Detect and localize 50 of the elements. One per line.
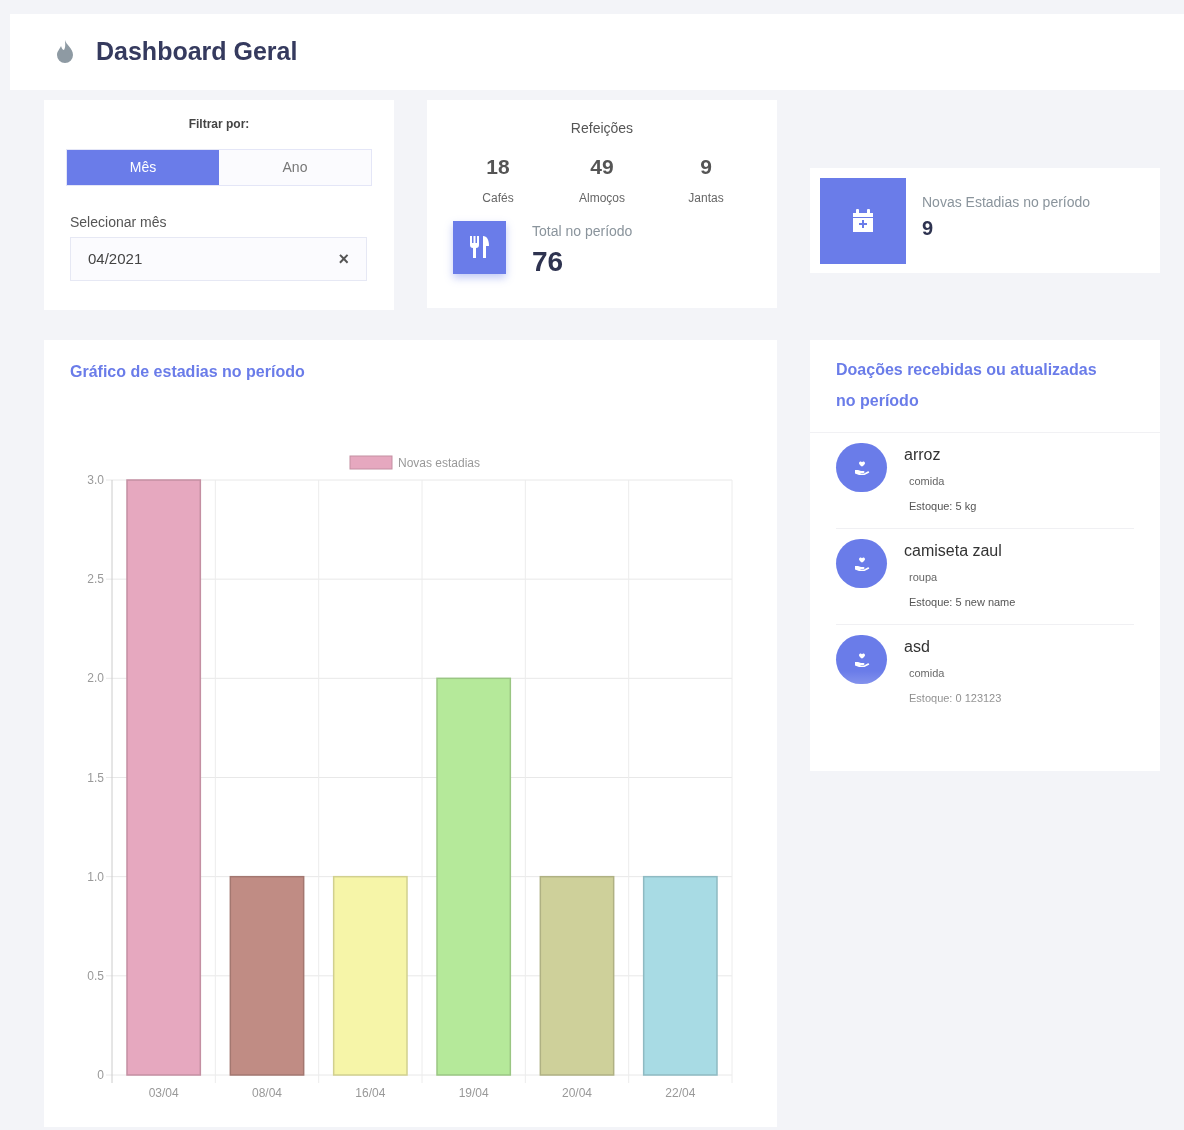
donation-stock: Estoque: 5 new name xyxy=(908,594,1016,610)
y-tick-label: 1.0 xyxy=(87,869,104,884)
hand-heart-icon xyxy=(853,651,870,668)
stays-value: 9 xyxy=(922,216,935,241)
y-tick-label: 3.0 xyxy=(87,473,104,487)
meal-count: 49 xyxy=(590,154,614,180)
y-tick-label: 2.5 xyxy=(87,572,104,587)
donations-title: Doações recebidas ou atualizadas no período xyxy=(810,340,1160,433)
filter-tab[interactable]: Mês xyxy=(67,150,219,185)
month-field[interactable]: 04/2021 × xyxy=(70,237,367,281)
calendar-plus-icon xyxy=(852,209,874,233)
meal-count: 18 xyxy=(486,154,510,180)
y-tick-label: 2.0 xyxy=(87,671,104,686)
meal-label: Cafés xyxy=(482,189,514,207)
meal-count: 9 xyxy=(700,154,712,180)
hand-heart-icon xyxy=(853,555,870,572)
legend-swatch xyxy=(349,455,393,470)
x-tick-label: 22/04 xyxy=(665,1086,696,1100)
x-tick-label: 16/04 xyxy=(355,1086,386,1100)
filter-label: Filtrar por: xyxy=(187,116,251,133)
meal-label: Almoços xyxy=(579,189,625,207)
donation-stock: Estoque: 5 kg xyxy=(908,498,977,514)
donation-category: comida xyxy=(908,474,946,489)
donation-category: roupa xyxy=(908,570,939,585)
total-value: 76 xyxy=(532,244,565,279)
donation-stock: Estoque: 0 123123 xyxy=(908,690,1002,706)
filter-tab[interactable]: Ano xyxy=(219,150,371,185)
y-tick-label: 0.5 xyxy=(87,968,104,983)
stays-label: Novas Estadias no período xyxy=(922,193,1091,212)
meal-label: Jantas xyxy=(688,189,724,207)
chart-title: Gráfico de estadias no período xyxy=(70,362,306,382)
donation-name: camiseta zaul xyxy=(904,541,1003,561)
donation-name: asd xyxy=(904,637,931,657)
clear-button[interactable]: × xyxy=(338,245,349,273)
x-tick-label: 20/04 xyxy=(562,1086,592,1100)
total-label: Total no período xyxy=(532,221,633,241)
donation-name: arroz xyxy=(904,445,942,465)
legend-label: Novas estadias xyxy=(398,456,481,470)
x-tick-label: 08/04 xyxy=(252,1086,282,1100)
donation-category: comida xyxy=(908,666,946,681)
y-tick-label: 0 xyxy=(97,1068,104,1082)
y-tick-label: 1.5 xyxy=(87,770,104,785)
flame-icon xyxy=(54,39,76,65)
fork-knife-icon xyxy=(468,235,491,259)
meals-title: Refeições xyxy=(569,119,635,138)
x-tick-label: 03/04 xyxy=(148,1086,179,1100)
hand-heart-icon xyxy=(853,459,870,476)
x-tick-label: 19/04 xyxy=(458,1086,489,1100)
month-label: Selecionar mês xyxy=(69,213,168,232)
page-title: Dashboard Geral xyxy=(96,36,298,68)
